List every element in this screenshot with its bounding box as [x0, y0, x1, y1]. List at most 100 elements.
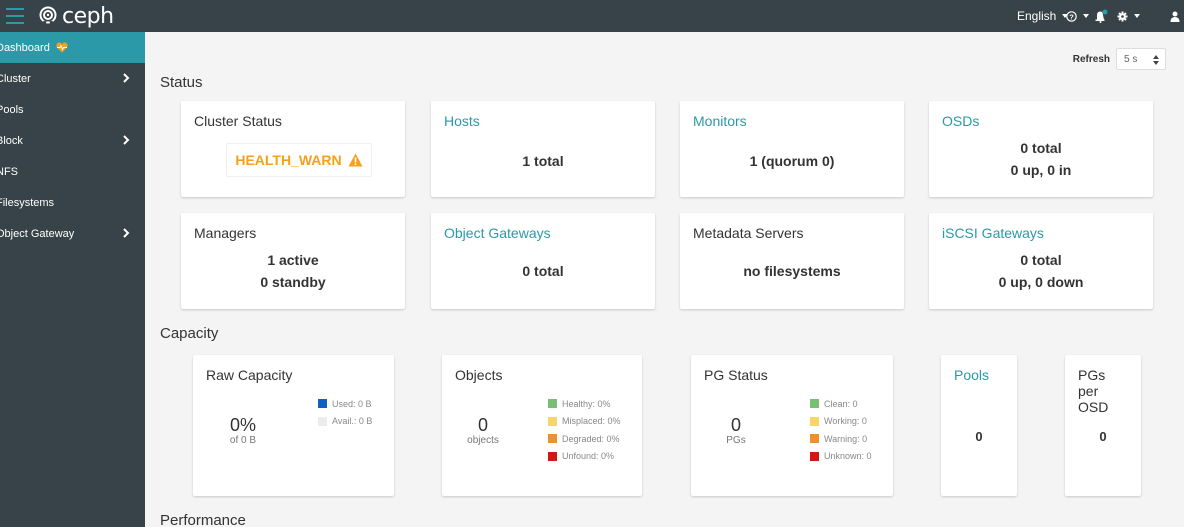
legend-swatch	[548, 451, 557, 461]
iscsi-gateways-link[interactable]: iSCSI Gateways	[942, 225, 1044, 241]
sidebar-item-nfs[interactable]: NFS	[0, 156, 145, 187]
legend-label: Clean: 0	[824, 398, 858, 409]
legend-label: Degraded: 0%	[562, 433, 620, 444]
capacity-section-title: Capacity	[160, 325, 219, 342]
sidebar-item-label: Block	[0, 134, 23, 147]
card-title-line: per	[1078, 383, 1099, 399]
legend-swatch	[548, 416, 557, 426]
legend-item: Unfound: 0%	[548, 448, 621, 466]
sidebar-item-label: Dashboard	[0, 41, 50, 54]
card-title-line: OSD	[1078, 399, 1109, 415]
metadata-servers-status: no filesystems	[743, 263, 841, 279]
legend-item: Warning: 0	[810, 430, 872, 448]
legend-swatch	[810, 399, 819, 409]
legend-swatch	[548, 399, 557, 409]
hosts-card: Hosts 1 total	[431, 101, 655, 197]
osds-up-in: 0 up, 0 in	[1010, 162, 1072, 178]
pg-status-legend: Clean: 0 Working: 0 Warning: 0 Unknown: …	[810, 395, 872, 465]
object-gateways-card: Object Gateways 0 total	[431, 213, 655, 309]
sidebar-item-label: Pools	[0, 103, 24, 116]
monitors-card: Monitors 1 (quorum 0)	[680, 101, 904, 197]
notifications-button[interactable]	[1094, 0, 1108, 32]
pools-link[interactable]: Pools	[954, 367, 989, 383]
health-status-badge[interactable]: HEALTH_WARN	[226, 143, 372, 177]
raw-capacity-summary: 0% of 0 B	[213, 415, 273, 447]
sidebar-item-dashboard[interactable]: Dashboard	[0, 32, 145, 63]
card-title: Managers	[194, 225, 257, 241]
performance-section-title: Performance	[160, 512, 246, 527]
objects-legend: Healthy: 0% Misplaced: 0% Degraded: 0% U…	[548, 395, 621, 465]
caret-down-icon	[1083, 14, 1089, 18]
sidebar: Dashboard Cluster Pools Block NFS Filesy…	[0, 32, 145, 527]
objects-card: Objects 0 objects Healthy: 0% Misplaced:…	[442, 355, 642, 496]
pgs-per-osd-card: PGs per OSD 0	[1065, 355, 1141, 496]
hosts-count: 1 total	[522, 153, 564, 169]
help-icon: ?	[1066, 10, 1077, 22]
legend-item: Clean: 0	[810, 395, 872, 413]
osds-link[interactable]: OSDs	[942, 113, 979, 129]
chevron-right-icon	[123, 135, 130, 145]
sidebar-item-cluster[interactable]: Cluster	[0, 63, 145, 94]
pg-status-card: PG Status 0 PGs Clean: 0 Working: 0 Warn…	[691, 355, 893, 496]
metadata-servers-card: Metadata Servers no filesystems	[680, 213, 904, 309]
hosts-link[interactable]: Hosts	[444, 113, 480, 129]
pools-card: Pools 0	[941, 355, 1017, 496]
raw-capacity-card: Raw Capacity 0% of 0 B Used: 0 B Avail.:…	[193, 355, 394, 496]
legend-item: Healthy: 0%	[548, 395, 621, 413]
brand-name: ceph	[62, 3, 114, 29]
refresh-control: Refresh 5 s	[1073, 48, 1166, 70]
legend-item: Used: 0 B	[318, 395, 372, 413]
sidebar-item-object-gateway[interactable]: Object Gateway	[0, 218, 145, 249]
settings-dropdown[interactable]	[1117, 0, 1140, 32]
sidebar-item-block[interactable]: Block	[0, 125, 145, 156]
sidebar-item-pools[interactable]: Pools	[0, 94, 145, 125]
pools-count: 0	[975, 429, 983, 444]
help-dropdown[interactable]: ?	[1066, 0, 1089, 32]
sidebar-item-filesystems[interactable]: Filesystems	[0, 187, 145, 218]
sort-icon	[1153, 55, 1159, 65]
health-status-text: HEALTH_WARN	[235, 152, 342, 168]
cluster-status-card: Cluster Status HEALTH_WARN	[181, 101, 405, 197]
brand-logo[interactable]: ceph	[38, 3, 114, 29]
legend-label: Unknown: 0	[824, 451, 872, 462]
refresh-interval-select[interactable]: 5 s	[1116, 48, 1166, 70]
legend-label: Avail.: 0 B	[332, 416, 373, 427]
card-title: Raw Capacity	[206, 367, 293, 383]
user-dropdown[interactable]	[1170, 0, 1180, 32]
legend-swatch	[318, 416, 327, 426]
iscsi-up-down: 0 up, 0 down	[998, 274, 1084, 290]
bell-icon	[1095, 9, 1108, 23]
pgs-per-osd-value: 0	[1099, 429, 1107, 444]
language-label: English	[1017, 9, 1057, 23]
osds-card: OSDs 0 total 0 up, 0 in	[929, 101, 1153, 197]
svg-text:?: ?	[1069, 12, 1074, 21]
legend-label: Unfound: 0%	[562, 451, 615, 462]
managers-card: Managers 1 active 0 standby	[181, 213, 405, 309]
object-gateways-count: 0 total	[522, 263, 564, 279]
legend-item: Degraded: 0%	[548, 430, 621, 448]
iscsi-total: 0 total	[1020, 252, 1062, 268]
objects-summary: 0 objects	[458, 415, 508, 447]
refresh-interval-value: 5 s	[1124, 53, 1138, 65]
card-title-line: PGs	[1078, 367, 1106, 383]
top-navbar: ceph English ?	[0, 0, 1184, 32]
object-gateways-link[interactable]: Object Gateways	[444, 225, 551, 241]
legend-item: Misplaced: 0%	[548, 413, 621, 431]
monitors-link[interactable]: Monitors	[693, 113, 747, 129]
card-title: Metadata Servers	[693, 225, 804, 241]
legend-label: Working: 0	[824, 416, 867, 427]
raw-capacity-percent: 0%	[229, 415, 256, 435]
monitors-count: 1 (quorum 0)	[749, 153, 835, 169]
legend-item: Working: 0	[810, 413, 872, 431]
raw-capacity-legend: Used: 0 B Avail.: 0 B	[318, 395, 372, 430]
legend-swatch	[810, 434, 819, 444]
user-icon	[1170, 11, 1180, 22]
pg-status-summary: 0 PGs	[715, 415, 757, 447]
objects-count: 0	[477, 415, 488, 435]
card-title: PG Status	[704, 367, 768, 383]
card-title: Objects	[455, 367, 503, 383]
language-dropdown[interactable]: English	[1017, 0, 1069, 32]
heartbeat-icon	[56, 42, 68, 53]
card-title: PGs per OSD	[1078, 367, 1108, 415]
menu-icon[interactable]	[6, 8, 24, 24]
